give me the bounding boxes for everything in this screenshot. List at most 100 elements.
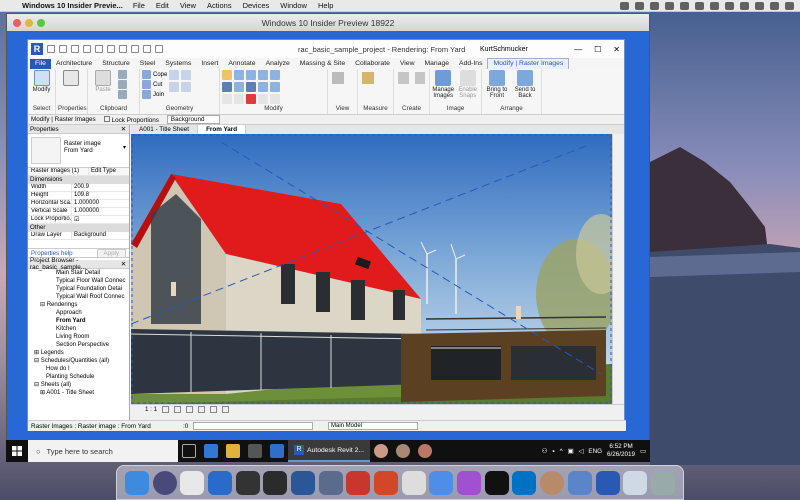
thin-lines-icon[interactable]	[155, 45, 163, 53]
section-icon[interactable]	[143, 45, 151, 53]
instance-selector[interactable]: Raster Images (1) Edit Type	[28, 168, 129, 176]
status-icon[interactable]	[650, 1, 659, 10]
mac-menu-edit[interactable]: Edit	[156, 1, 169, 10]
flag-icon[interactable]	[740, 1, 749, 10]
mac-menu-devices[interactable]: Devices	[243, 1, 270, 10]
close-icon[interactable]: ✕	[121, 261, 126, 268]
section-other[interactable]: Other	[28, 224, 129, 232]
pin-icon[interactable]	[234, 94, 244, 104]
prop-width[interactable]: Width 200.9	[28, 184, 129, 192]
tree-item[interactable]: ⊞ Legends	[28, 349, 129, 357]
status-icon[interactable]	[695, 1, 704, 10]
type-selector[interactable]: Raster image From Yard ▾	[28, 134, 129, 168]
tab-architecture[interactable]: Architecture	[51, 59, 97, 69]
tree-item[interactable]: Typical Wall Roof Connec	[28, 293, 129, 301]
status-icon[interactable]	[635, 1, 644, 10]
tree-item[interactable]: Living Room	[28, 333, 129, 341]
tab-massing-site[interactable]: Massing & Site	[295, 59, 350, 69]
modify-button[interactable]: Modify	[30, 70, 53, 93]
cut-icon[interactable]	[118, 70, 127, 79]
tool-icon[interactable]	[169, 82, 180, 92]
print-icon[interactable]	[95, 45, 103, 53]
people-icon[interactable]: ⚇	[542, 448, 548, 455]
scale-icon[interactable]	[222, 94, 232, 104]
prop-lock-proportions[interactable]: Lock Proportio... ☑	[28, 216, 129, 224]
cut-button[interactable]: Cut	[142, 80, 167, 89]
undo-icon[interactable]	[71, 45, 79, 53]
menu-list-icon[interactable]	[785, 1, 794, 10]
tab-title-sheet[interactable]: A001 - Title Sheet	[131, 125, 199, 134]
siri-icon[interactable]	[152, 470, 177, 495]
network-icon[interactable]: ▣	[568, 448, 574, 455]
copy-element-icon[interactable]	[234, 82, 244, 92]
delete-icon[interactable]	[246, 94, 256, 104]
notifications-icon[interactable]: ▭	[640, 448, 646, 455]
tab-analyze[interactable]: Analyze	[261, 59, 295, 69]
tree-item[interactable]: ⊞ A001 - Title Sheet	[28, 389, 129, 397]
lock-proportions-option[interactable]: Lock Proportions	[103, 115, 159, 124]
prop-horizontal-scale[interactable]: Horizontal Sca... 1.000000	[28, 200, 129, 208]
mac-menu-view[interactable]: View	[180, 1, 196, 10]
tree-item-renderings[interactable]: ⊟ Renderings	[28, 301, 129, 309]
edge-icon[interactable]	[204, 444, 218, 458]
bring-to-front-button[interactable]: Bring to Front	[484, 70, 510, 99]
offset-icon[interactable]	[234, 70, 244, 80]
send-to-back-button[interactable]: Send to Back	[512, 70, 538, 99]
navigation-bar[interactable]	[612, 134, 624, 404]
measure-icon[interactable]	[362, 72, 374, 84]
revit-icon[interactable]	[595, 470, 620, 495]
tree-item[interactable]: ⊟ Schedules/Quantities (all)	[28, 357, 129, 365]
word-icon[interactable]	[290, 470, 315, 495]
text-icon[interactable]	[119, 45, 127, 53]
avatar[interactable]	[540, 470, 565, 495]
hide-icon[interactable]	[332, 72, 344, 84]
tree-item[interactable]: Kitchen	[28, 325, 129, 333]
podcasts-icon[interactable]	[457, 470, 482, 495]
view-scale[interactable]: 1 : 1	[145, 406, 157, 413]
open-icon[interactable]	[47, 45, 55, 53]
match-icon[interactable]	[118, 90, 127, 99]
create-group-icon[interactable]	[414, 72, 425, 84]
taskbar-revit[interactable]: R Autodesk Revit 2...	[288, 440, 371, 462]
user-account[interactable]: KurtSchmucker	[480, 46, 528, 53]
mac-app-menu[interactable]: Windows 10 Insider Previe...	[22, 1, 123, 10]
tab-modify-raster-images[interactable]: Modify | Raster Images	[487, 58, 570, 69]
avatar[interactable]	[374, 444, 389, 458]
tray-icon[interactable]: ▪	[552, 448, 554, 455]
status-icon[interactable]	[680, 1, 689, 10]
tool-icon[interactable]	[169, 70, 180, 80]
enable-snaps-button[interactable]: Enable Snaps	[457, 70, 480, 99]
tool-icon[interactable]	[181, 70, 192, 80]
app-icon[interactable]	[401, 470, 426, 495]
prop-vertical-scale[interactable]: Vertical Scale 1.000000	[28, 208, 129, 216]
language-indicator[interactable]: ENG	[588, 448, 602, 455]
sun-path-icon[interactable]	[186, 406, 194, 413]
rendering-image[interactable]	[131, 134, 612, 404]
tree-item[interactable]: Typical Floor Wall Connec	[28, 277, 129, 285]
create-assembly-icon[interactable]	[398, 72, 409, 84]
status-icon[interactable]	[665, 1, 674, 10]
tab-steel[interactable]: Steel	[135, 59, 161, 69]
tab-annotate[interactable]: Annotate	[223, 59, 260, 69]
status-icon[interactable]	[710, 1, 719, 10]
redo-icon[interactable]	[83, 45, 91, 53]
properties-help-link[interactable]: Properties help	[31, 250, 73, 257]
main-model-dropdown[interactable]: Main Model	[328, 422, 418, 430]
tree-item[interactable]: Planting Schedule	[28, 373, 129, 381]
prop-draw-layer[interactable]: Draw Layer Background	[28, 232, 129, 240]
mirror-icon[interactable]	[246, 70, 256, 80]
file-explorer-icon[interactable]	[226, 444, 240, 458]
paste-button[interactable]: Paste	[90, 70, 116, 93]
copy-icon[interactable]	[118, 80, 127, 89]
cope-button[interactable]: Cope	[142, 70, 167, 79]
chevron-up-icon[interactable]: ^	[560, 448, 563, 455]
mail-icon[interactable]	[270, 444, 284, 458]
draw-layer-dropdown[interactable]: Background	[166, 115, 220, 124]
app-icon[interactable]	[346, 470, 371, 495]
mac-menu-file[interactable]: File	[133, 1, 145, 10]
task-view-icon[interactable]	[182, 444, 196, 458]
search-icon[interactable]	[770, 1, 779, 10]
wifi-icon[interactable]	[725, 1, 734, 10]
app-icon[interactable]	[263, 470, 288, 495]
close-icon[interactable]: ✕	[121, 126, 126, 133]
